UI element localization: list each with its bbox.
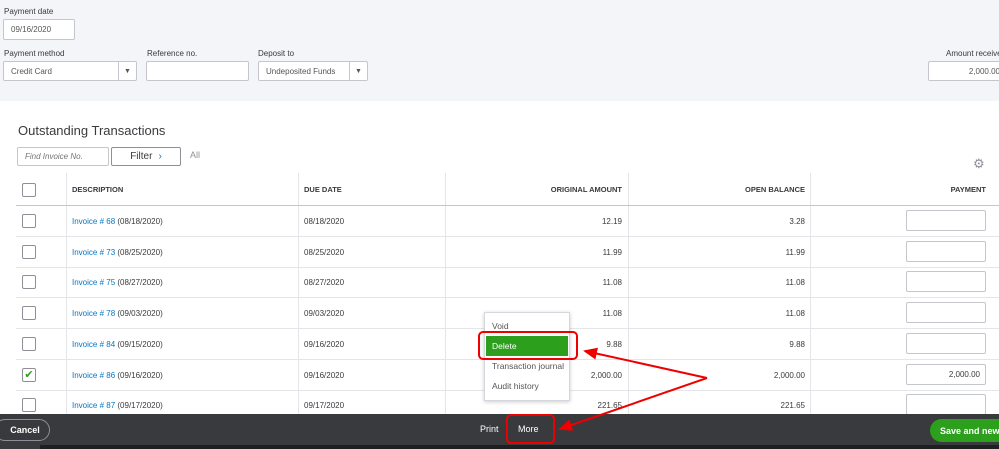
annotation-arrows [558, 347, 708, 431]
arrow-to-delete [583, 347, 708, 379]
arrow-to-more [558, 377, 708, 431]
